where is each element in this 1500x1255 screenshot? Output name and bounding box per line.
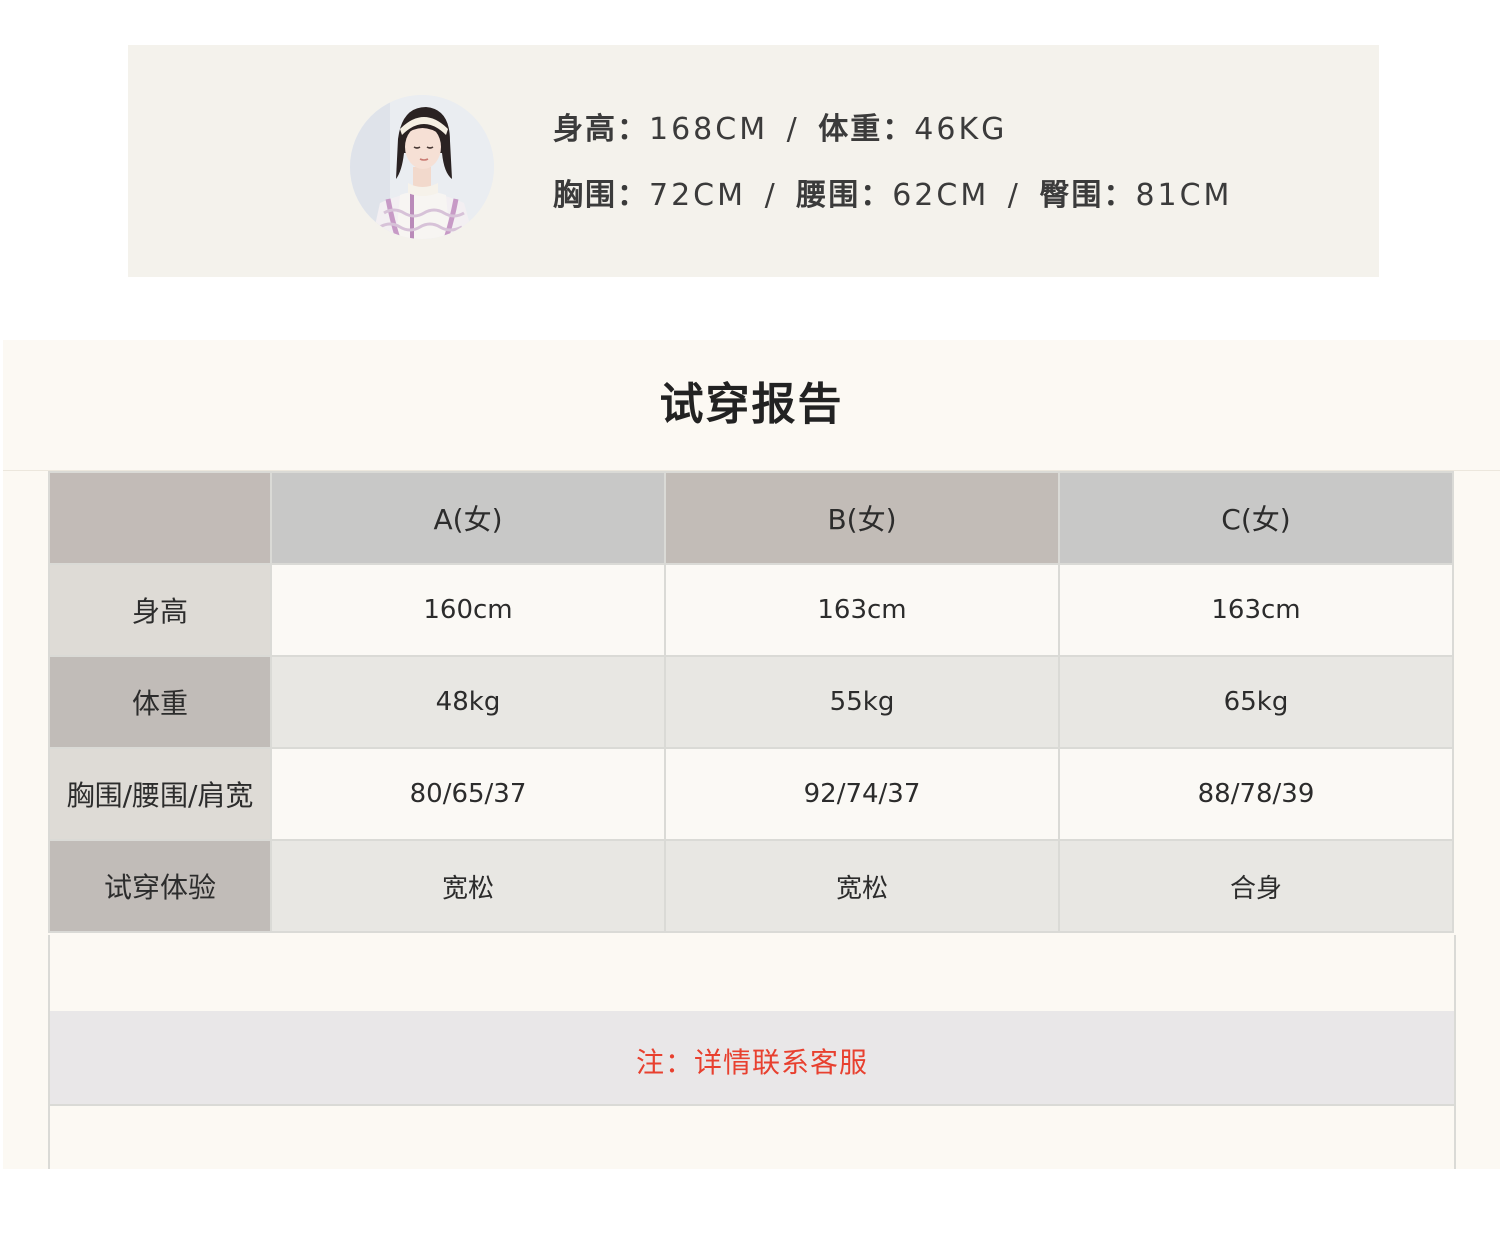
table-cell: 160cm (270, 563, 666, 657)
model-portrait-icon (350, 95, 494, 239)
row-label-weight: 体重 (48, 655, 272, 749)
table-cell: 80/65/37 (270, 747, 666, 841)
waist-label: 腰围： (796, 178, 893, 213)
table-cell: 163cm (664, 563, 1060, 657)
weight-label: 体重： (818, 112, 915, 147)
height-value: 168CM (649, 112, 769, 147)
stats-line-2: 胸围：72CM / 腰围：62CM / 臀围：81CM (553, 181, 1232, 217)
model-measurements: 身高：168CM / 体重：46KG 胸围：72CM / 腰围：62CM / 臀… (553, 115, 1232, 247)
model-avatar (350, 95, 494, 239)
table-cell: 163cm (1058, 563, 1454, 657)
bust-label: 胸围： (553, 178, 649, 213)
table-cell: 55kg (664, 655, 1060, 749)
stats-line-1: 身高：168CM / 体重：46KG (553, 115, 1232, 151)
fitting-report: 试穿报告 A(女) B(女) C(女) 身高 160cm 163cm 163cm… (3, 340, 1500, 1169)
report-title: 试穿报告 (659, 379, 844, 430)
table-row: 胸围/腰围/肩宽 80/65/37 92/74/37 88/78/39 (48, 747, 1454, 841)
height-label: 身高： (553, 112, 649, 147)
table-row: 试穿体验 宽松 宽松 合身 (48, 839, 1454, 933)
contact-note: 注：详情联系客服 (635, 1046, 868, 1079)
table-header-row: A(女) B(女) C(女) (48, 471, 1454, 565)
note-row: 注：详情联系客服 (48, 1011, 1456, 1106)
table-cell: 88/78/39 (1058, 747, 1454, 841)
fitting-table: A(女) B(女) C(女) 身高 160cm 163cm 163cm 体重 4… (48, 471, 1454, 933)
stats-separator: / (1007, 178, 1021, 213)
weight-value: 46KG (914, 112, 1008, 147)
stats-separator: / (764, 178, 778, 213)
hip-value: 81CM (1135, 178, 1233, 213)
header-size-b: B(女) (664, 471, 1060, 565)
table-cell: 65kg (1058, 655, 1454, 749)
table-bottom-row (48, 1106, 1456, 1169)
header-size-c: C(女) (1058, 471, 1454, 565)
table-cell: 92/74/37 (664, 747, 1060, 841)
model-info-banner: 身高：168CM / 体重：46KG 胸围：72CM / 腰围：62CM / 臀… (128, 45, 1379, 277)
table-cell: 48kg (270, 655, 666, 749)
stats-separator: / (786, 112, 800, 147)
table-cell: 宽松 (270, 839, 666, 933)
header-corner (48, 471, 272, 565)
bust-value: 72CM (649, 178, 747, 213)
table-cell: 宽松 (664, 839, 1060, 933)
table-cell: 合身 (1058, 839, 1454, 933)
row-label-height: 身高 (48, 563, 272, 657)
waist-value: 62CM (892, 178, 990, 213)
table-spacer-row (48, 935, 1456, 1011)
row-label-measurements: 胸围/腰围/肩宽 (48, 747, 272, 841)
header-size-a: A(女) (270, 471, 666, 565)
report-header: 试穿报告 (3, 340, 1500, 471)
row-label-fit: 试穿体验 (48, 839, 272, 933)
table-row: 体重 48kg 55kg 65kg (48, 655, 1454, 749)
table-row: 身高 160cm 163cm 163cm (48, 563, 1454, 657)
hip-label: 臀围： (1039, 178, 1136, 213)
